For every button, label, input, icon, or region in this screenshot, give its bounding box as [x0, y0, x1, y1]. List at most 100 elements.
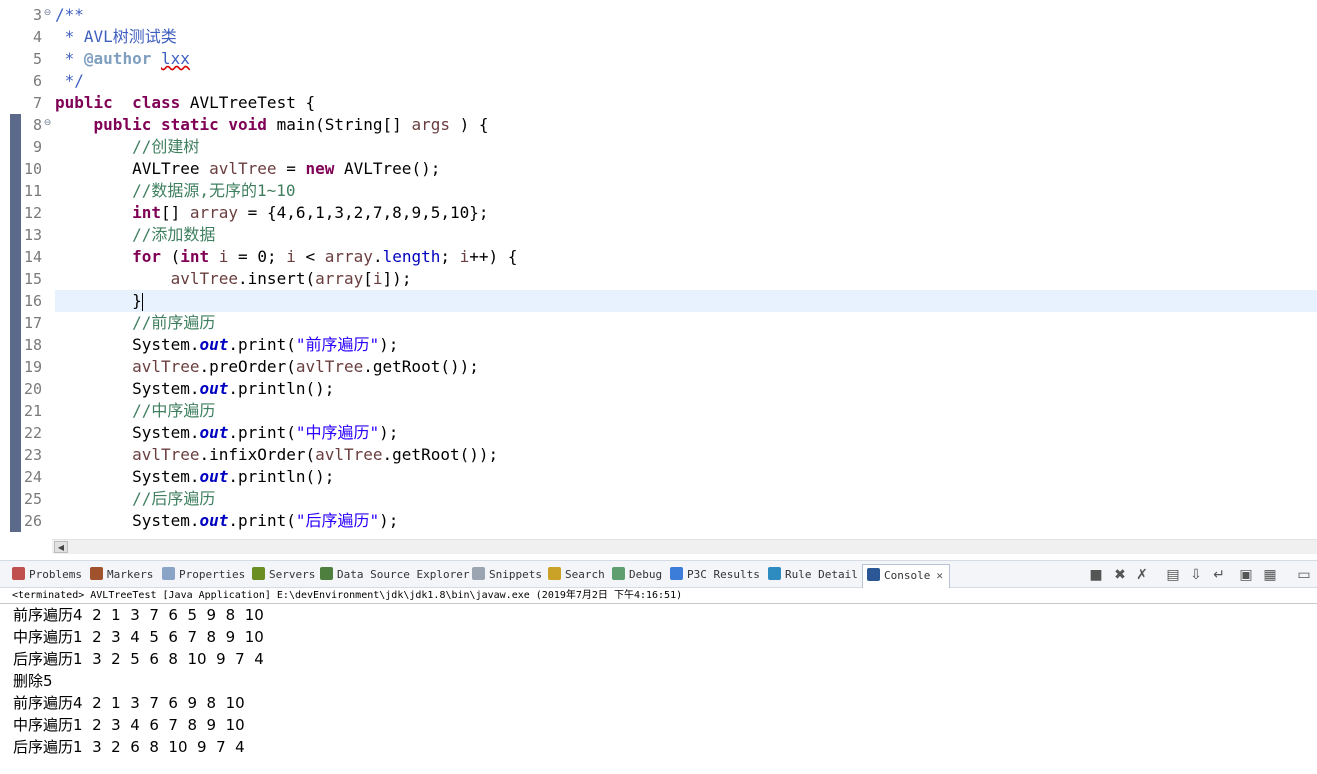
tab-label: Servers: [269, 568, 316, 581]
code-line[interactable]: //中序遍历: [55, 400, 1317, 422]
code-token: i: [286, 247, 296, 266]
display-console-icon[interactable]: ▦: [1262, 567, 1278, 583]
code-token: for: [132, 247, 161, 266]
tab-snippets[interactable]: Snippets: [472, 565, 542, 585]
gutter-line: 11: [0, 180, 54, 202]
terminate-icon[interactable]: ■: [1088, 567, 1104, 583]
code-line[interactable]: * AVL树测试类: [55, 26, 1317, 48]
scroll-lock-icon[interactable]: ⇩: [1188, 567, 1204, 583]
code-line[interactable]: * @author lxx: [55, 48, 1317, 70]
line-number: 5: [32, 50, 42, 68]
clear-console-icon[interactable]: ▤: [1165, 567, 1181, 583]
editor-horizontal-scrollbar[interactable]: ◀: [52, 539, 1317, 554]
code-token: .getRoot());: [382, 445, 499, 464]
scroll-left-icon[interactable]: ◀: [54, 541, 68, 553]
code-token: [: [363, 269, 373, 288]
tab-console[interactable]: Console ✕: [862, 564, 950, 588]
tab-label: P3C Results: [687, 568, 760, 581]
change-marker: [10, 202, 21, 224]
line-number: 18: [23, 336, 42, 354]
markers-icon: [90, 567, 103, 580]
code-line[interactable]: System.out.println();: [55, 378, 1317, 400]
console-line: 中序遍历1 2 3 4 6 7 8 9 10: [13, 716, 245, 734]
close-icon[interactable]: ✕: [936, 569, 943, 582]
data-source-icon: [320, 567, 333, 580]
change-marker: [10, 488, 21, 510]
tab-markers[interactable]: Markers: [90, 565, 153, 585]
code-line[interactable]: public class AVLTreeTest {: [55, 92, 1317, 114]
code-editor[interactable]: 3 ⊖ 4 5 6 7 8 ⊖ 9 10 11 12 13 14 15 16 17 18 19 20 21 22 23 24 2…: [0, 0, 1317, 540]
tab-properties[interactable]: Properties: [162, 565, 245, 585]
line-number: 13: [23, 226, 42, 244]
code-line[interactable]: }: [55, 290, 1317, 312]
code-token: System.: [55, 511, 200, 530]
line-number: 16: [23, 292, 42, 310]
change-marker: [10, 334, 21, 356]
gutter-line: 20: [0, 378, 54, 400]
code-token: ) {: [449, 115, 489, 134]
tab-rule-detail[interactable]: Rule Detail: [768, 565, 858, 585]
code-line[interactable]: System.out.print("后序遍历");: [55, 510, 1317, 532]
fold-toggle-icon[interactable]: ⊖: [43, 119, 52, 128]
change-marker: [10, 180, 21, 202]
code-line[interactable]: avlTree.infixOrder(avlTree.getRoot());: [55, 444, 1317, 466]
gutter-line: 19: [0, 356, 54, 378]
debug-icon: [612, 567, 625, 580]
code-area[interactable]: /** * AVL树测试类 * @author lxx */ public cla…: [55, 4, 1317, 532]
tab-debug[interactable]: Debug: [612, 565, 662, 585]
code-token: array: [189, 203, 239, 222]
change-marker: [10, 400, 21, 422]
code-line[interactable]: System.out.print("前序遍历");: [55, 334, 1317, 356]
open-console-icon[interactable]: ▭: [1296, 567, 1312, 583]
code-line[interactable]: //数据源,无序的1~10: [55, 180, 1317, 202]
code-line[interactable]: for (int i = 0; i < array.length; i++) {: [55, 246, 1317, 268]
code-line[interactable]: avlTree.preOrder(avlTree.getRoot());: [55, 356, 1317, 378]
code-token: .print(: [228, 423, 296, 442]
gutter-line: 6: [0, 70, 54, 92]
line-number: 21: [23, 402, 42, 420]
code-line[interactable]: /**: [55, 4, 1317, 26]
tab-servers[interactable]: Servers: [252, 565, 315, 585]
code-line[interactable]: avlTree.insert(array[i]);: [55, 268, 1317, 290]
code-token: ++) {: [469, 247, 518, 266]
tab-problems[interactable]: Problems: [12, 565, 82, 585]
tab-data-source-explorer[interactable]: Data Source Explorer: [320, 565, 469, 585]
code-line[interactable]: System.out.println();: [55, 466, 1317, 488]
gutter-line: 7: [0, 92, 54, 114]
gutter-line: 16: [0, 290, 54, 312]
code-token: .print(: [228, 335, 296, 354]
tab-search[interactable]: Search: [548, 565, 605, 585]
tab-p3c-results[interactable]: P3C Results: [670, 565, 760, 585]
code-line[interactable]: //后序遍历: [55, 488, 1317, 510]
code-line[interactable]: */: [55, 70, 1317, 92]
code-token: }: [55, 291, 142, 310]
code-line[interactable]: //添加数据: [55, 224, 1317, 246]
code-token: = 0;: [228, 247, 287, 266]
gutter-line: 25: [0, 488, 54, 510]
console-status-line: <terminated> AVLTreeTest [Java Applicati…: [0, 588, 1317, 604]
line-number: 23: [23, 446, 42, 464]
code-line[interactable]: int[] array = {4,6,1,3,2,7,8,9,5,10};: [55, 202, 1317, 224]
code-line[interactable]: public static void main(String[] args ) …: [55, 114, 1317, 136]
code-token: =: [276, 159, 306, 178]
code-token: *: [55, 49, 84, 68]
code-token: //添加数据: [132, 225, 216, 244]
word-wrap-icon[interactable]: ↵: [1211, 567, 1227, 583]
line-number: 22: [23, 424, 42, 442]
fold-toggle-icon[interactable]: ⊖: [43, 9, 52, 18]
code-token: avlTree: [170, 269, 239, 288]
code-token: AVLTree();: [334, 159, 441, 178]
code-line[interactable]: //前序遍历: [55, 312, 1317, 334]
remove-all-launches-icon[interactable]: ✗: [1134, 567, 1150, 583]
remove-launch-icon[interactable]: ✖: [1112, 567, 1128, 583]
code-line[interactable]: //创建树: [55, 136, 1317, 158]
code-line[interactable]: System.out.print("中序遍历");: [55, 422, 1317, 444]
code-line[interactable]: AVLTree avlTree = new AVLTree();: [55, 158, 1317, 180]
line-number: 11: [23, 182, 42, 200]
gutter-line: 13: [0, 224, 54, 246]
pin-console-icon[interactable]: ▣: [1238, 567, 1254, 583]
console-output[interactable]: 前序遍历4 2 1 3 7 6 5 9 8 10 中序遍历1 2 3 4 5 6 …: [13, 604, 1303, 758]
